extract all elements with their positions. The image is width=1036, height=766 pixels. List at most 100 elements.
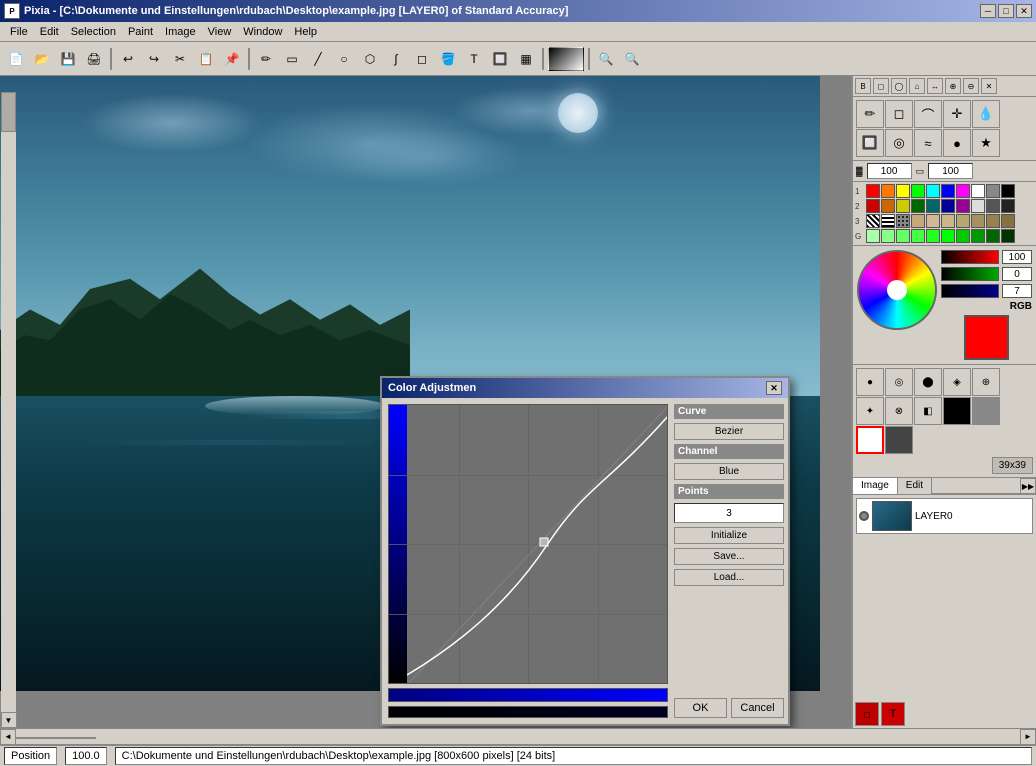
horizontal-scrollbar[interactable]: ◄ ► bbox=[0, 728, 1036, 744]
image-tab[interactable]: Image bbox=[853, 478, 898, 494]
save-button[interactable]: Save... bbox=[674, 548, 784, 565]
color-cell[interactable] bbox=[986, 214, 1000, 228]
dodge-icon[interactable]: ● bbox=[943, 129, 971, 157]
brush-type-4[interactable]: ◈ bbox=[943, 368, 971, 396]
color-cell[interactable] bbox=[896, 229, 910, 243]
airbrush-icon[interactable]: ◎ bbox=[885, 129, 913, 157]
color-cell[interactable] bbox=[956, 229, 970, 243]
brush-type-1[interactable]: ● bbox=[856, 368, 884, 396]
bezier-button[interactable]: Bezier bbox=[674, 423, 784, 440]
menu-paint[interactable]: Paint bbox=[122, 24, 159, 40]
color-cell[interactable] bbox=[881, 229, 895, 243]
ok-button[interactable]: OK bbox=[674, 698, 727, 718]
blue-value[interactable]: 7 bbox=[1002, 284, 1032, 298]
color-cell[interactable] bbox=[941, 199, 955, 213]
maximize-button[interactable]: □ bbox=[998, 4, 1014, 18]
menu-edit[interactable]: Edit bbox=[34, 24, 65, 40]
open-tool[interactable]: 📂 bbox=[30, 47, 54, 71]
cancel-button[interactable]: Cancel bbox=[731, 698, 784, 718]
ellipse-tool[interactable]: ○ bbox=[332, 47, 356, 71]
smudge-icon[interactable]: ≈ bbox=[914, 129, 942, 157]
color-cell[interactable] bbox=[1001, 229, 1015, 243]
eraser-tool[interactable]: ◻ bbox=[410, 47, 434, 71]
menu-image[interactable]: Image bbox=[159, 24, 202, 40]
color-cell[interactable] bbox=[941, 229, 955, 243]
edit-tab[interactable]: Edit bbox=[898, 478, 932, 494]
color-cell[interactable] bbox=[926, 184, 940, 198]
redo-tool[interactable]: ↪ bbox=[142, 47, 166, 71]
print-tool[interactable]: 🖨 bbox=[82, 47, 106, 71]
red-slider[interactable] bbox=[941, 250, 999, 264]
layer-visibility[interactable] bbox=[859, 511, 869, 521]
color-cell[interactable] bbox=[956, 214, 970, 228]
rp-btn7[interactable]: ⊖ bbox=[963, 78, 979, 94]
scroll-right-button[interactable]: ► bbox=[1020, 729, 1036, 745]
curve-canvas[interactable] bbox=[388, 404, 668, 684]
layer-action-1[interactable]: ◻ bbox=[855, 702, 879, 726]
color-cell[interactable] bbox=[926, 199, 940, 213]
new-tool[interactable]: 📄 bbox=[4, 47, 28, 71]
fill-icon[interactable]: 🔲 bbox=[856, 129, 884, 157]
background-color[interactable] bbox=[885, 426, 913, 454]
zoom-out-tool[interactable]: 🔍 bbox=[620, 47, 644, 71]
brush-type-5[interactable]: ⊕ bbox=[972, 368, 1000, 396]
color-cell[interactable] bbox=[986, 184, 1000, 198]
green-slider[interactable] bbox=[941, 267, 999, 281]
color-cell[interactable] bbox=[971, 199, 985, 213]
dialog-close-button[interactable]: ✕ bbox=[766, 381, 782, 395]
color-cell[interactable] bbox=[926, 214, 940, 228]
scroll-track-v[interactable] bbox=[1, 92, 16, 712]
points-input[interactable]: 3 bbox=[674, 503, 784, 523]
color-cell[interactable] bbox=[971, 214, 985, 228]
red-value[interactable]: 100 bbox=[1002, 250, 1032, 264]
pencil-tool[interactable]: ✏ bbox=[254, 47, 278, 71]
move-icon[interactable]: ✛ bbox=[943, 100, 971, 128]
menu-view[interactable]: View bbox=[202, 24, 238, 40]
size-field[interactable]: 100 bbox=[928, 163, 973, 179]
rp-btn4[interactable]: ⌂ bbox=[909, 78, 925, 94]
minimize-button[interactable]: ─ bbox=[980, 4, 996, 18]
line-tool[interactable]: ╱ bbox=[306, 47, 330, 71]
scroll-left-button[interactable]: ◄ bbox=[0, 729, 16, 745]
rp-btn-close[interactable]: ✕ bbox=[981, 78, 997, 94]
eraser-icon[interactable]: ◻ bbox=[885, 100, 913, 128]
menu-window[interactable]: Window bbox=[237, 24, 288, 40]
color-cell[interactable] bbox=[941, 214, 955, 228]
color-cell[interactable] bbox=[881, 184, 895, 198]
brush-type-6[interactable]: ✦ bbox=[856, 397, 884, 425]
rp-btn6[interactable]: ⊕ bbox=[945, 78, 961, 94]
pattern-cell[interactable] bbox=[866, 214, 880, 228]
fill-tool[interactable]: 🪣 bbox=[436, 47, 460, 71]
color-cell[interactable] bbox=[1001, 199, 1015, 213]
lasso-icon[interactable]: ⌒ bbox=[914, 100, 942, 128]
brush-gray[interactable] bbox=[972, 397, 1000, 425]
color-cell[interactable] bbox=[986, 199, 1000, 213]
rect-tool[interactable]: ▭ bbox=[280, 47, 304, 71]
color-cell[interactable] bbox=[956, 199, 970, 213]
color-cell[interactable] bbox=[911, 199, 925, 213]
bezier-tool[interactable]: ∫ bbox=[384, 47, 408, 71]
cut-tool[interactable]: ✂ bbox=[168, 47, 192, 71]
extra-icon[interactable]: ★ bbox=[972, 129, 1000, 157]
foreground-color[interactable] bbox=[856, 426, 884, 454]
menu-file[interactable]: File bbox=[4, 24, 34, 40]
color-cell[interactable] bbox=[926, 229, 940, 243]
color-cell[interactable] bbox=[971, 184, 985, 198]
rp-btn1[interactable]: B bbox=[855, 78, 871, 94]
opacity-field[interactable]: 100 bbox=[867, 163, 912, 179]
brush-type-8[interactable]: ◧ bbox=[914, 397, 942, 425]
scroll-down-button[interactable]: ▼ bbox=[1, 712, 17, 728]
color-cell[interactable] bbox=[896, 184, 910, 198]
color-wheel[interactable] bbox=[857, 250, 937, 330]
color-cell[interactable] bbox=[881, 199, 895, 213]
vertical-scrollbar[interactable]: ▲ ▼ bbox=[0, 76, 16, 728]
color-swatch[interactable] bbox=[964, 315, 1009, 360]
color-cell[interactable] bbox=[941, 184, 955, 198]
color-cell[interactable] bbox=[911, 229, 925, 243]
layer-options[interactable]: ▶▶ bbox=[1020, 478, 1036, 494]
polygon-tool[interactable]: ⬡ bbox=[358, 47, 382, 71]
color-cell[interactable] bbox=[1001, 184, 1015, 198]
copy-tool[interactable]: 📋 bbox=[194, 47, 218, 71]
color-gradient-tool[interactable] bbox=[548, 47, 584, 71]
layer-action-2[interactable]: T bbox=[881, 702, 905, 726]
